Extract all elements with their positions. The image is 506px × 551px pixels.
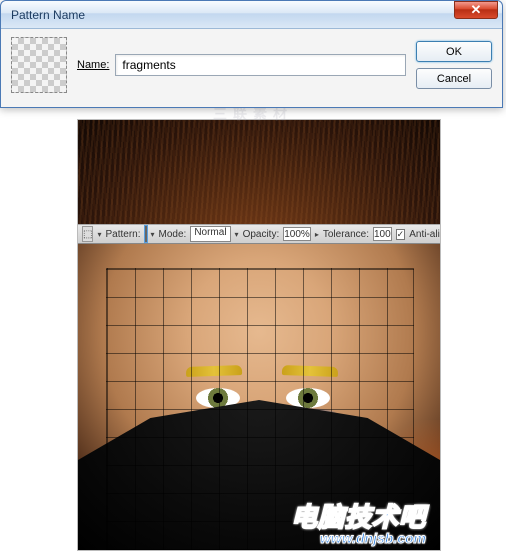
pattern-label: Pattern: (105, 229, 140, 240)
opacity-stepper-icon[interactable]: ▸ (315, 230, 319, 239)
close-button[interactable]: ✕ (454, 1, 498, 19)
paint-bucket-icon[interactable]: ⬚ (82, 226, 93, 242)
dialog-titlebar[interactable]: Pattern Name ✕ (1, 1, 502, 29)
pattern-preview-swatch (11, 37, 67, 93)
antialias-label: Anti-alias (409, 229, 440, 240)
name-label: Name: (77, 59, 109, 71)
eyebrow-right (282, 365, 338, 377)
eyebrow-left (186, 365, 242, 377)
pattern-dropdown-icon[interactable]: ▾ (151, 230, 155, 239)
dialog-body: Name: OK Cancel (1, 29, 502, 107)
mode-select[interactable]: Normal (190, 226, 230, 242)
watermark-cn: 电脑技术吧 (291, 497, 426, 534)
name-row: Name: (77, 54, 406, 76)
photo (78, 120, 440, 550)
pattern-swatch[interactable] (145, 226, 147, 242)
dialog-buttons: OK Cancel (416, 41, 492, 89)
canvas-image: ⬚ ▾ Pattern: ▾ Mode: Normal ▾ Opacity: 1… (77, 119, 441, 551)
pattern-name-dialog: Pattern Name ✕ Name: OK Cancel (0, 0, 503, 108)
hair-strands (78, 120, 440, 238)
opacity-field[interactable]: 100% (283, 227, 311, 241)
mode-dropdown-icon[interactable]: ▾ (235, 230, 239, 239)
tolerance-label: Tolerance: (323, 229, 369, 240)
mode-label: Mode: (159, 229, 187, 240)
close-icon: ✕ (471, 2, 482, 18)
name-input[interactable] (115, 54, 406, 76)
eye-right (286, 388, 330, 408)
cancel-button[interactable]: Cancel (416, 68, 492, 89)
options-bar: ⬚ ▾ Pattern: ▾ Mode: Normal ▾ Opacity: 1… (78, 224, 440, 244)
ok-button[interactable]: OK (416, 41, 492, 62)
dialog-title: Pattern Name (11, 8, 454, 22)
watermark: 电脑技术吧 www.dnjsb.com (291, 497, 426, 546)
tool-preset-dropdown-icon[interactable]: ▾ (97, 230, 101, 239)
opacity-label: Opacity: (243, 229, 280, 240)
tolerance-field[interactable]: 100 (373, 227, 392, 241)
antialias-checkbox[interactable]: ✓ (396, 229, 406, 240)
